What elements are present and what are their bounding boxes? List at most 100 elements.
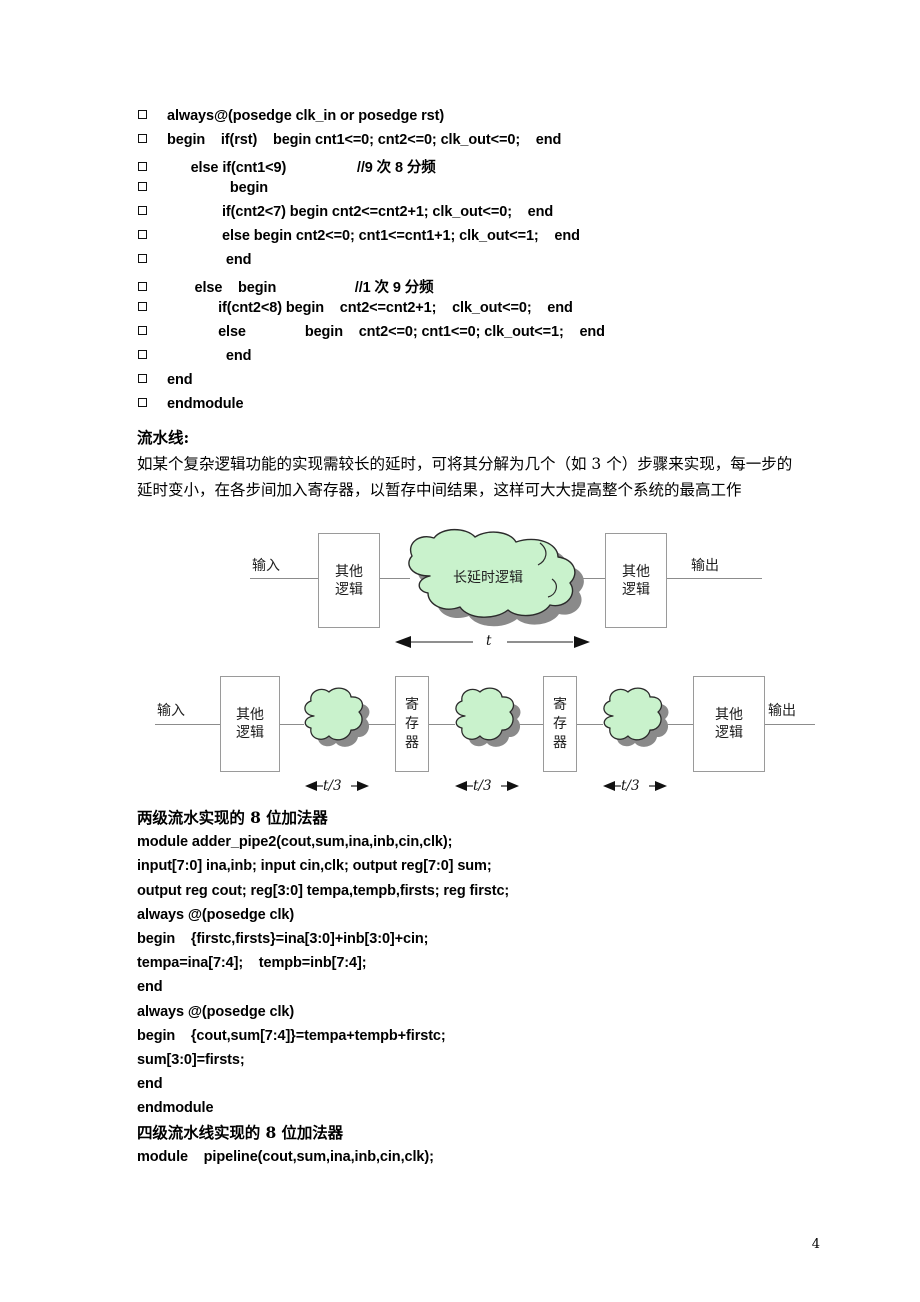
code2-line: module adder_pipe2(cout,sum,ina,inb,cin,… [137,834,453,851]
document-page: always@(posedge clk_in or posedge rst) b… [0,0,920,1302]
code2-line: begin {firstc,firsts}=ina[3:0]+inb[3:0]+… [137,931,429,948]
fig2-input-label: 输入 [157,703,185,719]
figure-pipelined-logic: 输入 其他 逻辑 寄 存 器 寄 存 器 其他 逻辑 输出 t/3 t/3 t/… [155,668,815,798]
code-list-item: else if(cnt1<9) //9 次 8 分频 [138,156,838,180]
square-bullet-icon [138,326,147,335]
fig2-register2-char2: 存 [553,715,567,732]
fig1-t-label: t [486,633,492,649]
code2-line: tempa=ina[7:4]; tempb=inb[7:4]; [137,955,367,972]
fig1-left-box-line1: 其他 [335,563,363,580]
code2-line: always @(posedge clk) [137,1003,295,1020]
square-bullet-icon [138,206,147,215]
code-list-item: end [138,252,838,276]
code2-line: end [137,979,163,996]
figure-long-delay-logic: 输入 其他 逻辑 长延时逻辑 其他 逻辑 输出 t [250,527,762,662]
square-bullet-icon [138,350,147,359]
fig1-input-label: 输入 [252,558,280,574]
fig1-left-logic-box: 其他 逻辑 [318,533,380,628]
paragraph-body: 如某个复杂逻辑功能的实现需较长的延时，可将其分解为几个（如 3 个）步骤来实现，… [137,455,793,499]
fig2-logic-cloud-1 [304,687,370,747]
code2-line: sum[3:0]=firsts; [137,1052,245,1069]
fig2-t3-label-3: t/3 [621,778,640,794]
square-bullet-icon [138,374,147,383]
fig2-logic-cloud-2 [455,687,521,747]
fig1-output-wire [667,578,762,580]
fig2-left-box-line1: 其他 [236,707,264,723]
code-line-text: if(cnt2<8) begin cnt2<=cnt2+1; clk_out<=… [167,300,573,316]
code-line-text: else if(cnt1<9) //9 次 8 分频 [167,160,436,176]
fig1-output-label: 输出 [691,558,719,574]
code2-title-1: 两级流水实现的 8 位加法器 [137,808,328,827]
fig2-t3-label-1: t/3 [323,778,342,794]
code-list-item: endmodule [138,396,838,420]
code2-line: always @(posedge clk) [137,906,295,923]
fig2-input-wire [155,724,227,726]
fig2-register2-char3: 器 [553,734,567,751]
code2-line: input[7:0] ina,inb; input cin,clk; outpu… [137,858,492,875]
square-bullet-icon [138,230,147,239]
adder-pipeline-code-block: 两级流水实现的 8 位加法器 module adder_pipe2(cout,s… [137,806,737,1169]
code-line-text: begin [167,180,269,196]
code-block-divider-listing: always@(posedge clk_in or posedge rst) b… [138,108,838,420]
code-line-text: end [167,372,193,388]
code2-line: begin {cout,sum[7:4]}=tempa+tempb+firstc… [137,1027,446,1044]
fig2-t3-label-2: t/3 [473,778,492,794]
code2-line: endmodule [137,1100,214,1117]
code-line-text: else begin cnt2<=0; cnt1<=0; clk_out<=1;… [167,324,605,340]
fig2-right-logic-box: 其他 逻辑 [693,676,765,772]
fig1-right-box-line2: 逻辑 [622,581,650,598]
fig2-output-label: 输出 [768,703,796,719]
fig2-right-box-line2: 逻辑 [715,725,743,741]
code-line-text: always@(posedge clk_in or posedge rst) [167,108,445,124]
fig2-register1-char1: 寄 [405,696,419,713]
code-line-text: end [167,348,252,364]
square-bullet-icon [138,398,147,407]
code2-line: output reg cout; reg[3:0] tempa,tempb,fi… [137,882,510,899]
fig2-register1-char2: 存 [405,715,419,732]
page-number: 4 [811,1237,820,1252]
fig1-cloud-label: 长延时逻辑 [453,570,523,586]
square-bullet-icon [138,162,147,171]
fig1-right-logic-box: 其他 逻辑 [605,533,667,628]
code-list-item: end [138,372,838,396]
code-list-item: if(cnt2<8) begin cnt2<=cnt2+1; clk_out<=… [138,300,838,324]
square-bullet-icon [138,134,147,143]
square-bullet-icon [138,110,147,119]
fig2-register-box-1: 寄 存 器 [395,676,429,772]
fig2-register2-char1: 寄 [553,696,567,713]
square-bullet-icon [138,302,147,311]
section-heading: 流水线: [137,428,190,447]
code-list-item: end [138,348,838,372]
code2-line: module pipeline(cout,sum,ina,inb,cin,clk… [137,1148,434,1165]
fig2-wire-4 [518,724,546,726]
fig1-right-box-line1: 其他 [622,563,650,580]
code2-line: end [137,1076,163,1093]
code-list-item: always@(posedge clk_in or posedge rst) [138,108,838,132]
pipeline-paragraph-block: 流水线: 如某个复杂逻辑功能的实现需较长的延时，可将其分解为几个（如 3 个）步… [137,425,802,503]
code2-title-2: 四级流水线实现的 8 位加法器 [137,1122,344,1142]
code-line-text: begin if(rst) begin cnt1<=0; cnt2<=0; cl… [167,132,562,148]
fig2-left-logic-box: 其他 逻辑 [220,676,280,772]
code-line-text: if(cnt2<7) begin cnt2<=cnt2+1; clk_out<=… [167,204,554,220]
code-list-item: else begin cnt2<=0; cnt1<=cnt1+1; clk_ou… [138,228,838,252]
square-bullet-icon [138,182,147,191]
code-line-text: endmodule [167,396,244,412]
fig1-left-box-line2: 逻辑 [335,581,363,598]
code-line-text: else begin cnt2<=0; cnt1<=cnt1+1; clk_ou… [167,228,580,244]
fig2-register1-char3: 器 [405,734,419,751]
fig1-t-arrow [395,636,590,648]
fig2-logic-cloud-3 [603,687,669,747]
code-list-item: begin [138,180,838,204]
fig2-output-wire [765,724,815,726]
fig2-right-box-line1: 其他 [715,707,743,723]
fig2-left-box-line2: 逻辑 [236,725,264,741]
code-line-text: end [167,252,252,268]
code-line-text: else begin //1 次 9 分频 [167,280,434,296]
code-list-item: else begin //1 次 9 分频 [138,276,838,300]
square-bullet-icon [138,282,147,291]
square-bullet-icon [138,254,147,263]
fig2-register-box-2: 寄 存 器 [543,676,577,772]
code-list-item: begin if(rst) begin cnt1<=0; cnt2<=0; cl… [138,132,838,156]
code-list-item: else begin cnt2<=0; cnt1<=0; clk_out<=1;… [138,324,838,348]
code-list-item: if(cnt2<7) begin cnt2<=cnt2+1; clk_out<=… [138,204,838,228]
